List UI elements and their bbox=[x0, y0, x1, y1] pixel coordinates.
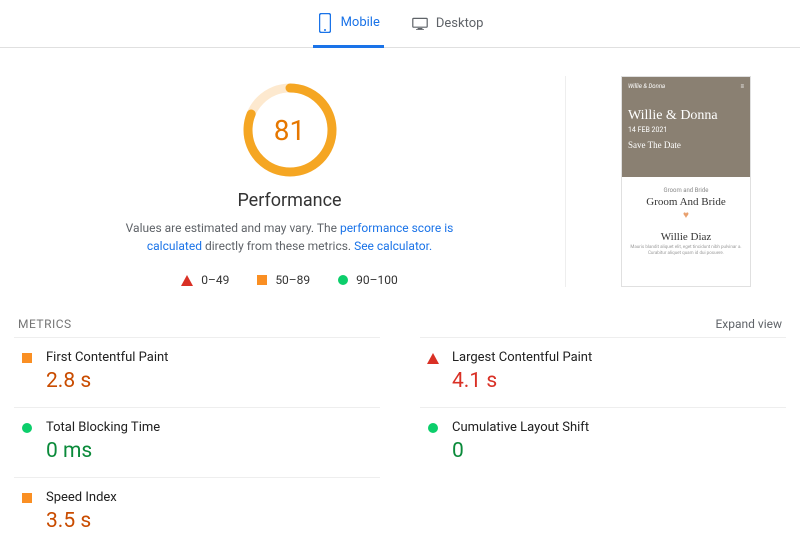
circle-icon bbox=[338, 275, 348, 285]
performance-description: Values are estimated and may vary. The p… bbox=[120, 219, 460, 255]
heart-icon: ♥ bbox=[626, 210, 746, 221]
metrics-grid: First Contentful Paint 2.8 s Largest Con… bbox=[14, 337, 786, 547]
performance-summary: 81 Performance Values are estimated and … bbox=[14, 76, 566, 287]
metric-name: Largest Contentful Paint bbox=[452, 350, 592, 365]
score-legend: 0–49 50–89 90–100 bbox=[181, 273, 398, 287]
preview-save: Save The Date bbox=[628, 140, 744, 150]
desktop-icon bbox=[412, 12, 428, 36]
circle-icon bbox=[20, 420, 34, 463]
metric-name: Cumulative Layout Shift bbox=[452, 420, 589, 435]
tab-mobile[interactable]: Mobile bbox=[313, 1, 384, 48]
metric-fcp[interactable]: First Contentful Paint 2.8 s bbox=[14, 337, 380, 407]
preview-headline: Willie & Donna bbox=[628, 108, 744, 124]
page-preview: Willie & Donna ≡ Willie & Donna 14 FEB 2… bbox=[566, 76, 786, 287]
metric-value: 2.8 s bbox=[46, 369, 168, 393]
performance-gauge: 81 bbox=[240, 80, 340, 180]
metric-name: First Contentful Paint bbox=[46, 350, 168, 365]
circle-icon bbox=[426, 420, 440, 463]
metric-lcp[interactable]: Largest Contentful Paint 4.1 s bbox=[420, 337, 786, 407]
metric-value: 4.1 s bbox=[452, 369, 592, 393]
mobile-icon bbox=[317, 11, 333, 35]
metric-name: Total Blocking Time bbox=[46, 420, 160, 435]
legend-mid: 50–89 bbox=[257, 273, 310, 287]
square-icon bbox=[20, 350, 34, 393]
metric-si[interactable]: Speed Index 3.5 s bbox=[14, 477, 380, 547]
preview-menu-icon: ≡ bbox=[740, 83, 744, 90]
expand-view-toggle[interactable]: Expand view bbox=[715, 317, 782, 331]
preview-gb-script: Groom And Bride bbox=[626, 196, 746, 208]
device-tabs: Mobile Desktop bbox=[0, 0, 800, 48]
metric-value: 0 bbox=[452, 439, 589, 463]
legend-mid-label: 50–89 bbox=[275, 273, 310, 287]
metric-name: Speed Index bbox=[46, 490, 117, 505]
triangle-icon bbox=[426, 350, 440, 393]
triangle-icon bbox=[181, 275, 193, 286]
legend-poor-label: 0–49 bbox=[201, 273, 229, 287]
preview-brand: Willie & Donna bbox=[628, 83, 665, 90]
legend-good-label: 90–100 bbox=[356, 273, 398, 287]
preview-person: Willie Diaz bbox=[626, 231, 746, 243]
tab-desktop[interactable]: Desktop bbox=[408, 0, 488, 47]
phone-mock: Willie & Donna ≡ Willie & Donna 14 FEB 2… bbox=[621, 76, 751, 287]
perf-calculator-link[interactable]: See calculator. bbox=[354, 239, 432, 253]
metric-cls[interactable]: Cumulative Layout Shift 0 bbox=[420, 407, 786, 477]
metric-value: 0 ms bbox=[46, 439, 160, 463]
legend-good: 90–100 bbox=[338, 273, 398, 287]
tab-mobile-label: Mobile bbox=[341, 15, 380, 30]
preview-hero: Willie & Donna ≡ Willie & Donna 14 FEB 2… bbox=[622, 77, 750, 177]
preview-body: Groom and Bride Groom And Bride ♥ Willie… bbox=[622, 177, 750, 263]
perf-desc-text: Values are estimated and may vary. The bbox=[126, 221, 340, 235]
preview-date: 14 FEB 2021 bbox=[628, 126, 744, 134]
square-icon bbox=[257, 275, 267, 285]
preview-filler: Mauris blandit aliquet elit, eget tincid… bbox=[626, 245, 746, 257]
perf-desc-text2: directly from these metrics. bbox=[202, 239, 354, 253]
metric-tbt[interactable]: Total Blocking Time 0 ms bbox=[14, 407, 380, 477]
legend-poor: 0–49 bbox=[181, 273, 229, 287]
preview-gb-small: Groom and Bride bbox=[626, 187, 746, 194]
performance-title: Performance bbox=[237, 190, 341, 211]
metrics-label: METRICS bbox=[18, 317, 72, 331]
metric-value: 3.5 s bbox=[46, 509, 117, 533]
square-icon bbox=[20, 490, 34, 533]
tab-desktop-label: Desktop bbox=[436, 16, 484, 31]
performance-score: 81 bbox=[240, 80, 340, 180]
